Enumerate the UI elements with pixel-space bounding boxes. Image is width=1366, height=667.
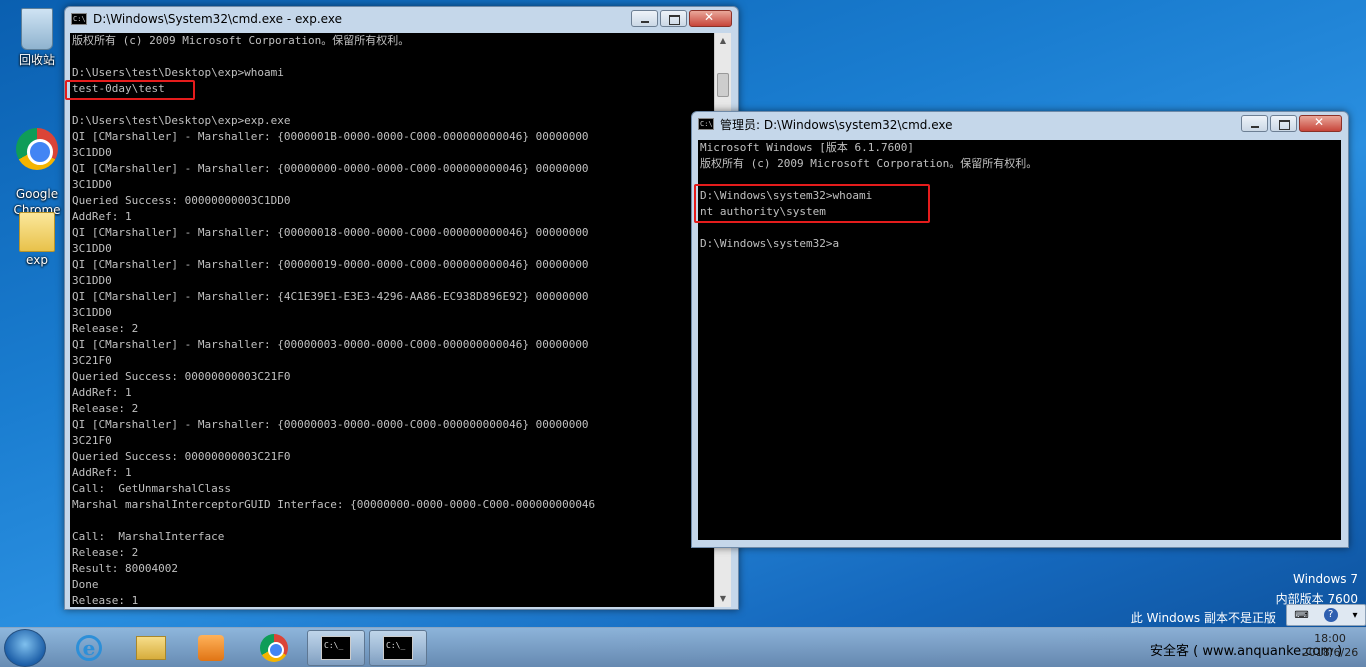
console-line: QI [CMarshaller] - Marshaller: {4C1E39E1…	[72, 290, 589, 303]
console-line: Release: 2	[72, 546, 139, 559]
media-player-icon	[198, 635, 224, 661]
console-line: QI [CMarshaller] - Marshaller: {0000001B…	[72, 130, 589, 143]
recycle-bin-label: 回收站	[18, 53, 55, 67]
scroll-up-arrow[interactable]: ▲	[715, 33, 731, 49]
console-line: 3C21F0	[72, 354, 112, 367]
console-line: Release: 2	[72, 322, 139, 335]
chrome-icon	[16, 128, 58, 170]
console-line: 3C21F0	[72, 434, 112, 447]
close-button[interactable]	[689, 10, 732, 27]
scroll-thumb[interactable]	[717, 73, 729, 97]
console-line: AddRef: 1	[72, 386, 132, 399]
console-line: 3C1DD0	[72, 178, 112, 191]
window-title: D:\Windows\System32\cmd.exe - exp.exe	[93, 12, 342, 26]
console-line: D:\Users\test\Desktop\exp>exp.exe	[72, 114, 291, 127]
console-output[interactable]: 版权所有 (c) 2009 Microsoft Corporation。保留所有…	[70, 33, 714, 607]
console-line: AddRef: 1	[72, 210, 132, 223]
folder-icon	[19, 212, 55, 252]
cmd-window-admin[interactable]: C:\ 管理员: D:\Windows\system32\cmd.exe Mic…	[691, 111, 1349, 548]
minimize-button[interactable]	[631, 10, 658, 27]
console-line: Microsoft Windows [版本 6.1.7600]	[700, 141, 915, 154]
highlight-box-user	[65, 80, 195, 100]
cmd-icon: C:\_	[321, 636, 351, 660]
explorer-icon	[136, 636, 166, 660]
start-button[interactable]	[4, 629, 46, 667]
console-line: Result: 80004002	[72, 562, 178, 575]
console-line: 3C1DD0	[72, 274, 112, 287]
minimize-button[interactable]	[1241, 115, 1268, 132]
cmd-icon: C:\	[698, 118, 714, 130]
console-line: 3C1DD0	[72, 242, 112, 255]
taskbar-item-ie[interactable]: e	[60, 630, 118, 666]
console-line: QI [CMarshaller] - Marshaller: {00000019…	[72, 258, 589, 271]
console-line: Queried Success: 00000000003C21F0	[72, 450, 291, 463]
console-line: 3C1DD0	[72, 306, 112, 319]
cmd-icon: C:\	[71, 13, 87, 25]
console-line: 版权所有 (c) 2009 Microsoft Corporation。保留所有…	[700, 157, 1038, 170]
console-line: QI [CMarshaller] - Marshaller: {00000000…	[72, 162, 589, 175]
recycle-bin-graphic	[21, 8, 53, 50]
console-line: QI [CMarshaller] - Marshaller: {00000003…	[72, 338, 589, 351]
console-line: Marshal marshalInterceptorGUID Interface…	[72, 498, 596, 511]
console-line: Release: 1	[72, 594, 139, 607]
genuine-warning-label: 此 Windows 副本不是正版	[1130, 611, 1276, 625]
console-line: QI [CMarshaller] - Marshaller: {00000018…	[72, 226, 589, 239]
chrome-icon	[260, 634, 288, 662]
console-line: D:\Windows\system32>a	[700, 237, 840, 250]
console-line: Queried Success: 00000000003C21F0	[72, 370, 291, 383]
console-line: D:\Users\test\Desktop\exp>whoami	[72, 66, 284, 79]
cmd-icon: C:\_	[383, 636, 413, 660]
clock-time: 18:00	[1314, 632, 1346, 645]
taskbar-item-explorer[interactable]	[122, 630, 180, 666]
ie-icon: e	[76, 635, 102, 661]
keyboard-icon[interactable]: ⌨	[1294, 610, 1308, 621]
help-icon[interactable]: ?	[1323, 608, 1338, 622]
chevron-down-icon[interactable]: ▾	[1353, 610, 1358, 621]
exp-folder-label: exp	[26, 253, 48, 267]
taskbar: e C:\_ C:\_ 安全客 ( www.anquanke.com ) 18:…	[0, 627, 1366, 667]
language-bar[interactable]: ⌨ ? ▾	[1286, 604, 1366, 626]
console-line: 3C1DD0	[72, 146, 112, 159]
console-line: Release: 2	[72, 402, 139, 415]
taskbar-item-cmd-1[interactable]: C:\_	[307, 630, 365, 666]
windows-version-label: Windows 7	[1292, 572, 1358, 586]
scroll-down-arrow[interactable]: ▼	[715, 591, 731, 607]
recycle-bin-icon[interactable]: 回收站	[6, 8, 68, 68]
exp-folder-icon[interactable]: exp	[6, 212, 68, 268]
maximize-button[interactable]	[1270, 115, 1297, 132]
console-line: QI [CMarshaller] - Marshaller: {00000003…	[72, 418, 589, 431]
console-line: Done	[72, 578, 99, 591]
taskbar-item-media-player[interactable]	[182, 630, 240, 666]
window-title: 管理员: D:\Windows\system32\cmd.exe	[720, 117, 953, 132]
maximize-button[interactable]	[660, 10, 687, 27]
taskbar-item-chrome[interactable]	[245, 630, 303, 666]
taskbar-item-cmd-2[interactable]: C:\_	[369, 630, 427, 666]
console-line: 版权所有 (c) 2009 Microsoft Corporation。保留所有…	[72, 34, 410, 47]
console-line: Queried Success: 00000000003C1DD0	[72, 194, 291, 207]
console-line: Call: MarshalInterface	[72, 530, 225, 543]
clock-date: 2018/6/26	[1301, 646, 1359, 659]
console-line: AddRef: 1	[72, 466, 132, 479]
clock[interactable]: 18:00 2018/6/26	[1300, 632, 1360, 660]
close-button[interactable]	[1299, 115, 1342, 132]
highlight-box-system	[694, 184, 930, 223]
console-line: Call: GetUnmarshalClass	[72, 482, 231, 495]
